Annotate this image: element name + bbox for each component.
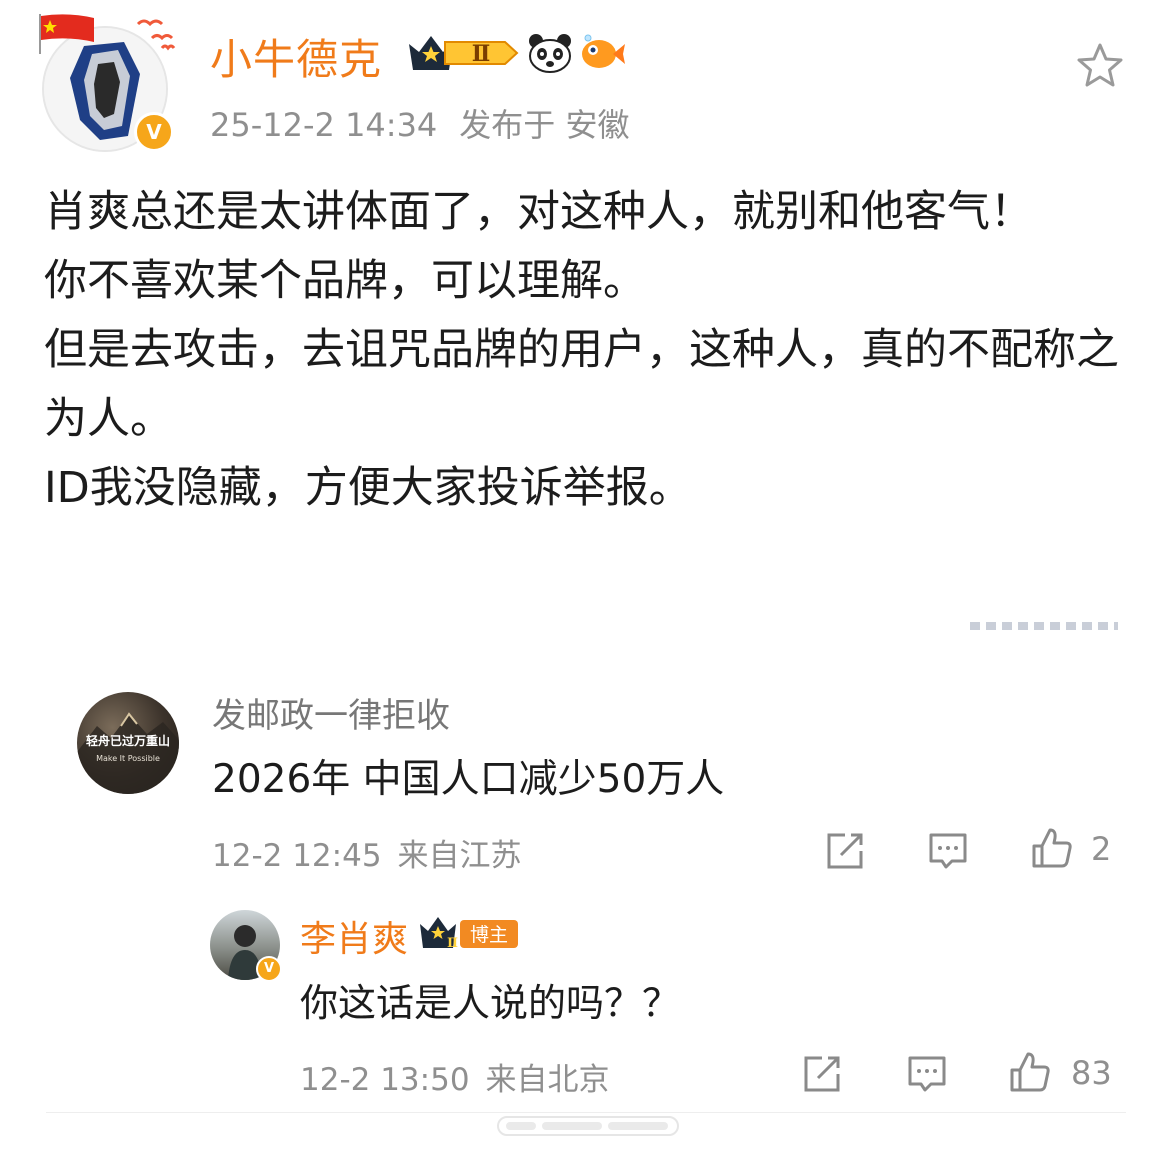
avatar-subcaption: Make It Possible xyxy=(96,754,160,763)
replier-badges: Ⅱ 博主 xyxy=(418,914,522,952)
reply-text: 你这话是人说的吗？？ xyxy=(300,981,681,1025)
author-avatar[interactable]: V xyxy=(36,12,176,152)
cutoff-text xyxy=(970,616,1118,630)
verified-badge-icon: V xyxy=(256,956,282,982)
comment-icon[interactable] xyxy=(926,829,970,873)
post-time: 25-12-2 14:34 xyxy=(210,106,438,144)
like-count: 2 xyxy=(1091,830,1112,868)
blogger-badge-icon: Ⅱ 博主 xyxy=(420,917,518,951)
like-count: 83 xyxy=(1071,1054,1112,1092)
author-name[interactable]: 小牛德克 xyxy=(210,26,382,87)
post-meta: 25-12-2 14:34 发布于 安徽 xyxy=(210,100,651,146)
share-icon[interactable] xyxy=(823,829,867,873)
share-icon[interactable] xyxy=(800,1052,844,1096)
replier-avatar[interactable]: V xyxy=(210,910,282,982)
like-thumb-icon[interactable] xyxy=(1030,826,1074,870)
post-paragraph: 但是去攻击，去诅咒品牌的用户，这种人，真的不配称之为人。 xyxy=(44,325,1119,444)
comment-time: 12-2 12:45 xyxy=(212,838,382,874)
favorite-star-icon[interactable] xyxy=(1074,40,1126,92)
post-content: 肖爽总还是太讲体面了，对这种人，就别和他客气！ 你不喜欢某个品牌，可以理解。 但… xyxy=(44,178,1134,523)
commenter-name[interactable]: 发邮政一律拒收 xyxy=(212,688,450,737)
panda-icon xyxy=(529,34,571,73)
like-thumb-icon[interactable] xyxy=(1008,1050,1052,1094)
reply-location: 来自北京 xyxy=(485,1062,610,1098)
reply-time: 12-2 13:50 xyxy=(300,1062,470,1098)
comment-meta: 12-2 12:45 来自江苏 xyxy=(212,830,538,875)
commenter-avatar[interactable]: 轻舟已过万重山 Make It Possible xyxy=(77,692,179,794)
svg-text:博主: 博主 xyxy=(470,924,508,946)
level-crown-badge-icon: Ⅱ xyxy=(409,36,519,70)
comment-location: 来自江苏 xyxy=(397,838,522,874)
replier-name[interactable]: 李肖爽 xyxy=(300,910,408,962)
china-flag-icon xyxy=(39,14,94,54)
svg-text:Ⅱ: Ⅱ xyxy=(447,936,458,951)
watermark-icon xyxy=(497,1116,679,1136)
goldfish-icon xyxy=(582,34,625,68)
post-paragraph: 你不喜欢某个品牌，可以理解。 xyxy=(44,256,646,306)
reply-meta: 12-2 13:50 来自北京 xyxy=(300,1054,626,1099)
birds-decoration-icon xyxy=(136,19,176,51)
comment-icon[interactable] xyxy=(905,1052,949,1096)
post-paragraph: ID我没隐藏，方便大家投诉举报。 xyxy=(44,463,692,513)
svg-text:Ⅱ: Ⅱ xyxy=(472,41,491,67)
avatar-caption: 轻舟已过万重山 xyxy=(85,734,170,748)
comment-text: 2026年 中国人口减少50万人 xyxy=(212,757,725,802)
author-badges[interactable]: Ⅱ xyxy=(405,30,625,76)
post-location: 发布于 安徽 xyxy=(459,106,630,144)
post-paragraph: 肖爽总还是太讲体面了，对这种人，就别和他客气！ xyxy=(44,187,1033,237)
verified-badge-icon: V xyxy=(134,112,174,152)
